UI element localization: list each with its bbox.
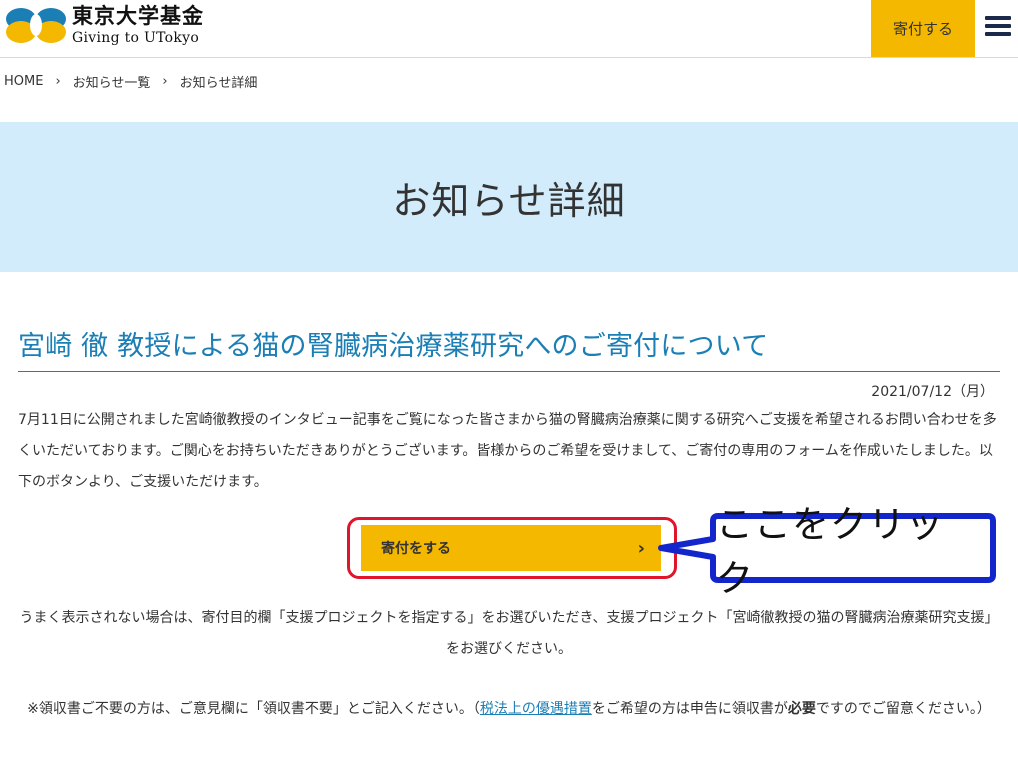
breadcrumb-home[interactable]: HOME: [4, 74, 43, 89]
article-title: 宮崎 徹 教授による猫の腎臓病治療薬研究へのご寄付について: [18, 324, 1000, 372]
logo-japanese: 東京大学基金: [72, 3, 204, 28]
receipt-note-mid: をご希望の方は申告に領収書が: [591, 701, 788, 717]
breadcrumb-news-list[interactable]: お知らせ一覧: [73, 72, 151, 91]
page-title: お知らせ詳細: [392, 178, 626, 223]
site-header: 東京大学基金 Giving to UTokyo 寄付する: [0, 0, 1018, 58]
logo-text[interactable]: 東京大学基金 Giving to UTokyo: [72, 3, 204, 47]
fallback-note: うまく表示されない場合は、寄付目的欄「支援プロジェクトを指定する」をお選びいただ…: [19, 610, 999, 657]
donate-button-label: 寄付をする: [381, 541, 451, 557]
article-date: 2021/07/12（月）: [871, 384, 994, 400]
logo-english: Giving to UTokyo: [72, 30, 200, 46]
chevron-right-icon: ›: [162, 74, 168, 89]
donate-button[interactable]: 寄付をする ›: [361, 525, 661, 571]
chevron-right-icon: ›: [55, 74, 61, 89]
receipt-note-suffix: ですのでご留意ください。）: [815, 701, 991, 717]
callout-text: ここをクリック: [716, 503, 944, 600]
receipt-note: ※領収書ご不要の方は、ご意見欄に「領収書不要」とご記入ください。（税法上の優遇措…: [18, 694, 1000, 725]
header-donate-button[interactable]: 寄付する: [871, 0, 975, 57]
tax-benefit-link[interactable]: 税法上の優遇措置: [480, 701, 592, 717]
receipt-note-bold: 必要: [787, 701, 816, 717]
receipt-note-prefix: ※領収書ご不要の方は、ご意見欄に「領収書不要」とご記入ください。（: [27, 701, 480, 717]
utokyo-logo[interactable]: [4, 4, 70, 44]
page-banner: お知らせ詳細: [0, 122, 1018, 272]
chevron-right-icon: ›: [637, 537, 645, 559]
article-body: 7月11日に公開されました宮崎徹教授のインタビュー記事をご覧になった皆さまから猫…: [18, 412, 997, 490]
breadcrumb: HOME › お知らせ一覧 › お知らせ詳細: [4, 72, 257, 91]
hamburger-menu-icon[interactable]: [980, 12, 1016, 44]
breadcrumb-current: お知らせ詳細: [179, 76, 258, 91]
